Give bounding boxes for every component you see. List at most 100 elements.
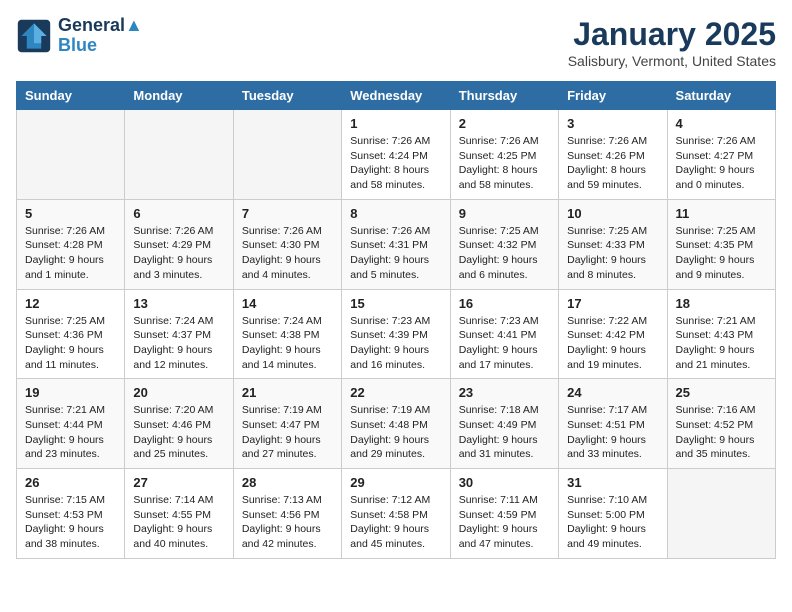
- day-number: 7: [242, 206, 333, 221]
- day-info: Sunrise: 7:23 AM Sunset: 4:41 PM Dayligh…: [459, 314, 550, 373]
- col-wednesday: Wednesday: [342, 82, 450, 110]
- calendar-cell: 24Sunrise: 7:17 AM Sunset: 4:51 PM Dayli…: [559, 379, 667, 469]
- calendar-cell: 26 Sunrise: 7:15 AM Sunset: 4:53 PM Dayli…: [17, 469, 125, 559]
- calendar-cell: 29Sunrise: 7:12 AM Sunset: 4:58 PM Dayli…: [342, 469, 450, 559]
- calendar-cell: 8 Sunrise: 7:26 AM Sunset: 4:31 PM Daylig…: [342, 199, 450, 289]
- day-number: 15: [350, 296, 441, 311]
- day-number: 26: [25, 475, 116, 490]
- title-block: January 2025 Salisbury, Vermont, United …: [568, 16, 776, 69]
- day-number: 21: [242, 385, 333, 400]
- logo: General▲ Blue: [16, 16, 143, 56]
- col-friday: Friday: [559, 82, 667, 110]
- day-info: Sunrise: 7:15 AM Sunset: 4:53 PM Dayligh…: [25, 493, 116, 552]
- day-info: Sunrise: 7:11 AM Sunset: 4:59 PM Dayligh…: [459, 493, 550, 552]
- day-info: Sunrise: 7:26 AM Sunset: 4:31 PM Dayligh…: [350, 224, 441, 283]
- page-header: General▲ Blue January 2025 Salisbury, Ve…: [16, 16, 776, 69]
- location: Salisbury, Vermont, United States: [568, 53, 776, 69]
- day-info: Sunrise: 7:26 AM Sunset: 4:29 PM Dayligh…: [133, 224, 224, 283]
- logo-text: General▲ Blue: [58, 16, 143, 56]
- day-number: 3: [567, 116, 658, 131]
- day-number: 8: [350, 206, 441, 221]
- day-info: Sunrise: 7:10 AM Sunset: 5:00 PM Dayligh…: [567, 493, 658, 552]
- week-row-5: 26 Sunrise: 7:15 AM Sunset: 4:53 PM Dayli…: [17, 469, 776, 559]
- day-number: 6: [133, 206, 224, 221]
- day-info: Sunrise: 7:21 AM Sunset: 4:43 PM Dayligh…: [676, 314, 767, 373]
- day-info: Sunrise: 7:23 AM Sunset: 4:39 PM Dayligh…: [350, 314, 441, 373]
- week-row-3: 12 Sunrise: 7:25 AM Sunset: 4:36 PM Dayli…: [17, 289, 776, 379]
- col-sunday: Sunday: [17, 82, 125, 110]
- calendar-cell: 3 Sunrise: 7:26 AM Sunset: 4:26 PM Daylig…: [559, 110, 667, 200]
- day-info: Sunrise: 7:26 AM Sunset: 4:27 PM Dayligh…: [676, 134, 767, 193]
- calendar-cell: 5Sunrise: 7:26 AM Sunset: 4:28 PM Daylig…: [17, 199, 125, 289]
- calendar-table: Sunday Monday Tuesday Wednesday Thursday…: [16, 81, 776, 559]
- day-info: Sunrise: 7:19 AM Sunset: 4:47 PM Dayligh…: [242, 403, 333, 462]
- calendar-cell: [125, 110, 233, 200]
- week-row-1: 1 Sunrise: 7:26 AM Sunset: 4:24 PM Daylig…: [17, 110, 776, 200]
- day-info: Sunrise: 7:26 AM Sunset: 4:24 PM Dayligh…: [350, 134, 441, 193]
- calendar-cell: 19 Sunrise: 7:21 AM Sunset: 4:44 PM Dayli…: [17, 379, 125, 469]
- day-number: 14: [242, 296, 333, 311]
- day-number: 29: [350, 475, 441, 490]
- day-info: Sunrise: 7:18 AM Sunset: 4:49 PM Dayligh…: [459, 403, 550, 462]
- calendar-cell: 18 Sunrise: 7:21 AM Sunset: 4:43 PM Dayli…: [667, 289, 775, 379]
- calendar-cell: [667, 469, 775, 559]
- calendar-cell: 14 Sunrise: 7:24 AM Sunset: 4:38 PM Dayli…: [233, 289, 341, 379]
- day-info: Sunrise: 7:26 AM Sunset: 4:30 PM Dayligh…: [242, 224, 333, 283]
- day-info: Sunrise: 7:19 AM Sunset: 4:48 PM Dayligh…: [350, 403, 441, 462]
- day-number: 12: [25, 296, 116, 311]
- day-number: 4: [676, 116, 767, 131]
- week-row-4: 19 Sunrise: 7:21 AM Sunset: 4:44 PM Dayli…: [17, 379, 776, 469]
- col-tuesday: Tuesday: [233, 82, 341, 110]
- col-thursday: Thursday: [450, 82, 558, 110]
- calendar-cell: 11 Sunrise: 7:25 AM Sunset: 4:35 PM Dayli…: [667, 199, 775, 289]
- calendar-cell: 9 Sunrise: 7:25 AM Sunset: 4:32 PM Daylig…: [450, 199, 558, 289]
- day-number: 17: [567, 296, 658, 311]
- day-info: Sunrise: 7:13 AM Sunset: 4:56 PM Dayligh…: [242, 493, 333, 552]
- calendar-cell: 28 Sunrise: 7:13 AM Sunset: 4:56 PM Dayli…: [233, 469, 341, 559]
- col-monday: Monday: [125, 82, 233, 110]
- day-number: 1: [350, 116, 441, 131]
- day-number: 31: [567, 475, 658, 490]
- calendar-cell: 21 Sunrise: 7:19 AM Sunset: 4:47 PM Dayli…: [233, 379, 341, 469]
- day-number: 10: [567, 206, 658, 221]
- week-row-2: 5Sunrise: 7:26 AM Sunset: 4:28 PM Daylig…: [17, 199, 776, 289]
- day-info: Sunrise: 7:20 AM Sunset: 4:46 PM Dayligh…: [133, 403, 224, 462]
- calendar-cell: [17, 110, 125, 200]
- calendar-cell: 30Sunrise: 7:11 AM Sunset: 4:59 PM Dayli…: [450, 469, 558, 559]
- day-number: 20: [133, 385, 224, 400]
- day-info: Sunrise: 7:24 AM Sunset: 4:37 PM Dayligh…: [133, 314, 224, 373]
- day-info: Sunrise: 7:24 AM Sunset: 4:38 PM Dayligh…: [242, 314, 333, 373]
- day-info: Sunrise: 7:26 AM Sunset: 4:28 PM Dayligh…: [25, 224, 116, 283]
- calendar-cell: 17 Sunrise: 7:22 AM Sunset: 4:42 PM Dayli…: [559, 289, 667, 379]
- day-number: 11: [676, 206, 767, 221]
- calendar-cell: [233, 110, 341, 200]
- day-number: 9: [459, 206, 550, 221]
- day-info: Sunrise: 7:22 AM Sunset: 4:42 PM Dayligh…: [567, 314, 658, 373]
- day-number: 19: [25, 385, 116, 400]
- day-info: Sunrise: 7:25 AM Sunset: 4:32 PM Dayligh…: [459, 224, 550, 283]
- day-info: Sunrise: 7:25 AM Sunset: 4:36 PM Dayligh…: [25, 314, 116, 373]
- day-number: 18: [676, 296, 767, 311]
- day-number: 23: [459, 385, 550, 400]
- calendar-cell: 7 Sunrise: 7:26 AM Sunset: 4:30 PM Daylig…: [233, 199, 341, 289]
- day-info: Sunrise: 7:14 AM Sunset: 4:55 PM Dayligh…: [133, 493, 224, 552]
- month-title: January 2025: [568, 16, 776, 53]
- col-saturday: Saturday: [667, 82, 775, 110]
- calendar-cell: 10Sunrise: 7:25 AM Sunset: 4:33 PM Dayli…: [559, 199, 667, 289]
- calendar-cell: 12 Sunrise: 7:25 AM Sunset: 4:36 PM Dayli…: [17, 289, 125, 379]
- day-number: 28: [242, 475, 333, 490]
- day-info: Sunrise: 7:16 AM Sunset: 4:52 PM Dayligh…: [676, 403, 767, 462]
- calendar-cell: 20 Sunrise: 7:20 AM Sunset: 4:46 PM Dayli…: [125, 379, 233, 469]
- calendar-cell: 22 Sunrise: 7:19 AM Sunset: 4:48 PM Dayli…: [342, 379, 450, 469]
- calendar-cell: 1 Sunrise: 7:26 AM Sunset: 4:24 PM Daylig…: [342, 110, 450, 200]
- day-number: 25: [676, 385, 767, 400]
- day-info: Sunrise: 7:21 AM Sunset: 4:44 PM Dayligh…: [25, 403, 116, 462]
- calendar-cell: 23 Sunrise: 7:18 AM Sunset: 4:49 PM Dayli…: [450, 379, 558, 469]
- day-number: 16: [459, 296, 550, 311]
- day-info: Sunrise: 7:26 AM Sunset: 4:26 PM Dayligh…: [567, 134, 658, 193]
- calendar-cell: 4 Sunrise: 7:26 AM Sunset: 4:27 PM Daylig…: [667, 110, 775, 200]
- day-info: Sunrise: 7:25 AM Sunset: 4:35 PM Dayligh…: [676, 224, 767, 283]
- day-info: Sunrise: 7:17 AM Sunset: 4:51 PM Dayligh…: [567, 403, 658, 462]
- calendar-cell: 27Sunrise: 7:14 AM Sunset: 4:55 PM Dayli…: [125, 469, 233, 559]
- day-number: 22: [350, 385, 441, 400]
